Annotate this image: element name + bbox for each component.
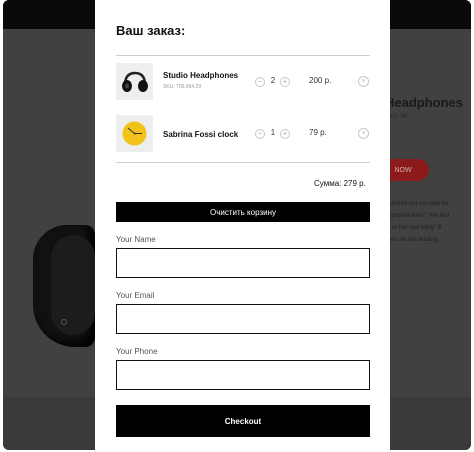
quantity-stepper: − 2 +	[255, 76, 291, 88]
item-name: Studio Headphones	[163, 71, 239, 80]
cart-total: Сумма: 279 р.	[314, 179, 366, 188]
quantity-stepper: − 1 +	[255, 128, 291, 140]
minus-icon[interactable]: −	[255, 129, 265, 139]
cart-item: Studio Headphones SKU: 700.954.29 − 2 + …	[116, 63, 370, 101]
clear-cart-button[interactable]: Очистить корзину	[116, 202, 370, 222]
background-description: checked out our new he improved lines". …	[385, 201, 450, 243]
item-quantity: 1	[270, 128, 276, 137]
checkout-button[interactable]: Checkout	[116, 405, 370, 437]
divider	[116, 162, 370, 163]
cart-modal: Ваш заказ: Studio Headphones SKU: 700.95…	[95, 0, 390, 452]
headphones-thumbnail	[116, 63, 153, 100]
item-sku: SKU: 700.954.29	[163, 84, 202, 90]
email-field[interactable]	[116, 304, 370, 334]
item-price: 79 р.	[309, 128, 327, 137]
name-field[interactable]	[116, 248, 370, 278]
remove-item-icon[interactable]: ×	[358, 76, 369, 87]
background-headphones-image	[33, 225, 95, 347]
divider	[116, 55, 370, 56]
remove-item-icon[interactable]: ×	[358, 128, 369, 139]
plus-icon[interactable]: +	[280, 129, 290, 139]
minus-icon[interactable]: −	[255, 77, 265, 87]
phone-field-label: Your Phone	[116, 347, 158, 356]
clock-thumbnail	[116, 115, 153, 152]
cart-title: Ваш заказ:	[116, 23, 186, 38]
item-price: 200 р.	[309, 76, 332, 85]
plus-icon[interactable]: +	[280, 77, 290, 87]
name-field-label: Your Name	[116, 235, 156, 244]
background-product-title: Headphones	[385, 95, 464, 110]
cart-item: Sabrina Fossi clock − 1 + 79 р. ×	[116, 115, 370, 153]
phone-field[interactable]	[116, 360, 370, 390]
item-quantity: 2	[270, 76, 276, 85]
email-field-label: Your Email	[116, 291, 155, 300]
item-name: Sabrina Fossi clock	[163, 130, 239, 139]
